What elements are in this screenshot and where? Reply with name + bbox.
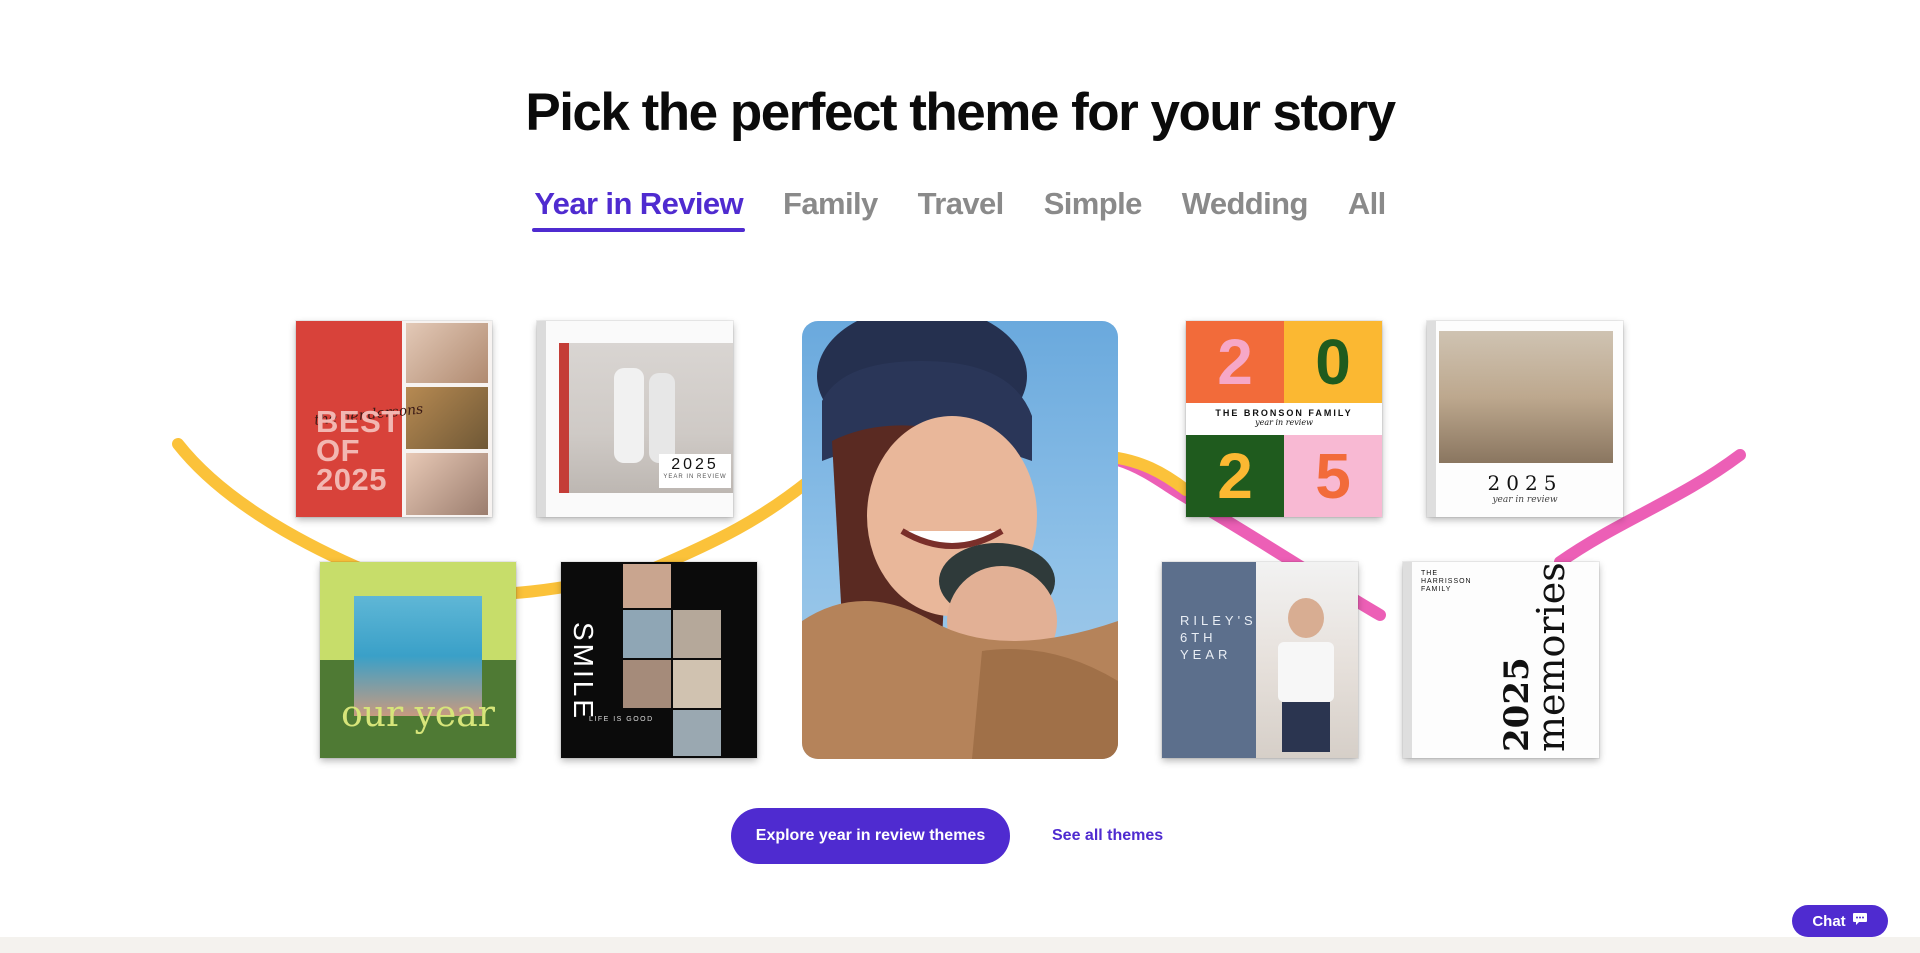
digit-cell: 2: [1186, 435, 1284, 517]
book-spine: [537, 321, 546, 517]
tab-all[interactable]: All: [1346, 182, 1388, 232]
hero-illustration: [802, 321, 1118, 759]
year-label: 2025 year in review: [1487, 471, 1563, 505]
cover-title: BEST OF 2025: [316, 404, 401, 497]
tab-wedding[interactable]: Wedding: [1180, 182, 1310, 232]
cta-row: Explore year in review themes See all th…: [0, 808, 1920, 864]
cover-title: RILEY'S 6TH YEAR: [1180, 613, 1257, 662]
cover-title: our year: [341, 694, 495, 735]
tab-family[interactable]: Family: [781, 182, 880, 232]
see-all-themes-link[interactable]: See all themes: [1052, 808, 1163, 864]
page-title: Pick the perfect theme for your story: [525, 83, 1396, 142]
theme-card-our-year[interactable]: our year: [320, 562, 516, 758]
explore-themes-button[interactable]: Explore year in review themes: [731, 808, 1010, 864]
theme-card-best-of[interactable]: the hendersons BEST OF 2025: [296, 321, 492, 517]
theme-card-riley[interactable]: RILEY'S 6TH YEAR: [1162, 562, 1358, 758]
hero-photo: [802, 321, 1118, 759]
theme-tabs: Year in Review Family Travel Simple Wedd…: [0, 182, 1920, 232]
year-label: 2025 YEAR IN REVIEW: [659, 454, 731, 488]
theme-card-photo-year[interactable]: 2025 year in review: [1427, 321, 1623, 517]
theme-card-color-grid[interactable]: 2 0 THE BRONSON FAMILY year in review 2 …: [1186, 321, 1382, 517]
photo-collage: [402, 321, 492, 517]
theme-card-white-review[interactable]: 2025 YEAR IN REVIEW: [537, 321, 733, 517]
book-spine: [1403, 562, 1412, 758]
theme-card-smile[interactable]: SMILE LIFE IS GOOD: [561, 562, 757, 758]
tab-simple[interactable]: Simple: [1042, 182, 1144, 232]
child-photo: [1256, 562, 1358, 758]
chat-button[interactable]: Chat: [1792, 905, 1888, 937]
chat-bubble-icon: [1852, 912, 1868, 930]
cover-subtitle: LIFE IS GOOD: [589, 716, 654, 723]
family-band: THE BRONSON FAMILY year in review: [1186, 403, 1382, 435]
tab-travel[interactable]: Travel: [916, 182, 1006, 232]
family-label: THE HARRISSON FAMILY: [1421, 570, 1472, 593]
digit-cell: 5: [1284, 435, 1382, 517]
family-photo: [1439, 331, 1613, 463]
digit-cell: 0: [1284, 321, 1382, 403]
footer-band: [0, 937, 1920, 953]
digit-cell: 2: [1186, 321, 1284, 403]
theme-card-memories[interactable]: THE HARRISSON FAMILY 2025 memories: [1403, 562, 1599, 758]
cover-title: SMILE: [568, 622, 599, 722]
cover-title: 2025 memories: [1497, 562, 1573, 752]
tab-year-in-review[interactable]: Year in Review: [532, 182, 745, 232]
chat-label: Chat: [1812, 912, 1846, 930]
